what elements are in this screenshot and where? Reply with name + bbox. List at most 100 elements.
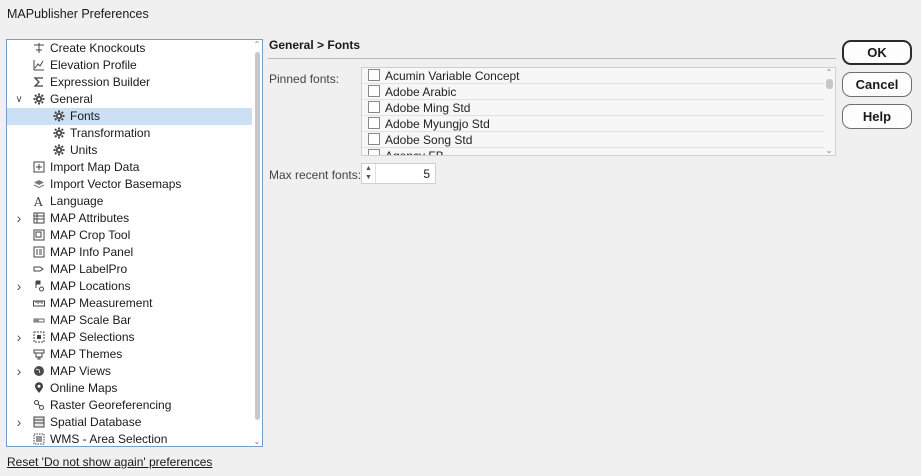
tree-item-label: MAP Measurement	[50, 296, 153, 310]
tree-item-label: MAP Views	[50, 364, 111, 378]
scroll-down-icon[interactable]: ⌄	[823, 146, 835, 155]
font-list-item[interactable]: Agency FB	[362, 148, 824, 155]
tree-item-units[interactable]: Units	[7, 142, 255, 159]
tree-item-map-crop-tool[interactable]: MAP Crop Tool	[7, 227, 255, 244]
selection-icon	[33, 331, 45, 343]
tree-item-label: MAP Scale Bar	[50, 313, 132, 327]
preferences-tree[interactable]: Create Knockouts Elevation Profile Express…	[6, 39, 263, 447]
tree-item-label: Online Maps	[50, 381, 118, 395]
ok-button[interactable]: OK	[842, 40, 912, 65]
tree-item-map-views[interactable]: › MAP Views	[7, 363, 255, 380]
tree-item-label: WMS - Area Selection	[50, 432, 168, 446]
tree-item-label: Create Knockouts	[50, 41, 146, 55]
tree-item-label: MAP Locations	[50, 279, 131, 293]
language-icon: A	[33, 195, 45, 207]
max-recent-fonts-value[interactable]: 5	[423, 167, 430, 181]
font-name: Adobe Ming Std	[385, 101, 471, 115]
tree-item-create-knockouts[interactable]: Create Knockouts	[7, 40, 255, 57]
font-checkbox[interactable]	[368, 101, 380, 113]
tree-item-fonts[interactable]: Fonts	[7, 108, 255, 125]
section-heading: General > Fonts	[269, 38, 361, 52]
max-recent-fonts-label: Max recent fonts:	[269, 168, 362, 182]
font-list-scroll-thumb[interactable]	[826, 79, 833, 89]
help-button[interactable]: Help	[842, 104, 912, 129]
font-list-item[interactable]: Adobe Arabic	[362, 84, 824, 100]
gear-icon	[33, 93, 45, 105]
tree-item-map-measurement[interactable]: MAP Measurement	[7, 295, 255, 312]
tree-item-map-selections[interactable]: › MAP Selections	[7, 329, 255, 346]
tree-scrollbar[interactable]: ⌃ ⌄	[252, 40, 262, 446]
database-icon	[33, 416, 45, 428]
tree-item-label: MAP Info Panel	[50, 245, 134, 259]
scroll-up-icon[interactable]: ⌃	[823, 68, 835, 77]
tree-item-label: MAP Selections	[50, 330, 135, 344]
tree-item-map-attributes[interactable]: › MAP Attributes	[7, 210, 255, 227]
font-list-item[interactable]: Acumin Variable Concept	[362, 68, 824, 84]
font-checkbox[interactable]	[368, 69, 380, 81]
area-selection-icon	[33, 433, 45, 445]
chevron-right-icon[interactable]: ›	[14, 363, 24, 380]
tree-item-map-labelpro[interactable]: MAP LabelPro	[7, 261, 255, 278]
font-checkbox[interactable]	[368, 85, 380, 97]
font-name: Acumin Variable Concept	[385, 69, 520, 83]
tree-item-label: General	[50, 92, 93, 106]
tree-item-map-themes[interactable]: MAP Themes	[7, 346, 255, 363]
chevron-right-icon[interactable]: ›	[14, 414, 24, 431]
chevron-right-icon[interactable]: ›	[14, 329, 24, 346]
labelpro-icon	[33, 263, 45, 275]
font-list-scrollbar[interactable]: ⌃ ⌄	[823, 68, 835, 155]
tree-scroll-thumb[interactable]	[255, 52, 260, 420]
tree-item-label: Import Vector Basemaps	[50, 177, 182, 191]
tree-item-label: Expression Builder	[50, 75, 151, 89]
tree-item-label: Units	[70, 143, 98, 157]
tree-item-elevation-profile[interactable]: Elevation Profile	[7, 57, 255, 74]
tree-item-label: Transformation	[70, 126, 151, 140]
font-list-item[interactable]: Adobe Song Std	[362, 132, 824, 148]
tree-item-label: MAP Attributes	[50, 211, 130, 225]
tree-item-import-vector-basemaps[interactable]: Import Vector Basemaps	[7, 176, 255, 193]
font-list-item[interactable]: Adobe Ming Std	[362, 100, 824, 116]
locations-icon	[33, 280, 45, 292]
chevron-down-icon[interactable]: ∨	[14, 91, 24, 108]
font-list-item[interactable]: Adobe Myungjo Std	[362, 116, 824, 132]
font-checkbox[interactable]	[368, 117, 380, 129]
stepper-arrows-icon[interactable]: ▲ ▼	[362, 164, 376, 183]
tree-item-label: MAP Themes	[50, 347, 123, 361]
tree-item-map-locations[interactable]: › MAP Locations	[7, 278, 255, 295]
chevron-right-icon[interactable]: ›	[14, 278, 24, 295]
font-name: Adobe Arabic	[385, 85, 457, 99]
tree-item-language[interactable]: A Language	[7, 193, 255, 210]
max-recent-fonts-stepper[interactable]: ▲ ▼ 5	[361, 163, 436, 184]
svg-text:A: A	[33, 195, 43, 207]
pinned-fonts-list[interactable]: Acumin Variable Concept Adobe Arabic Adobe…	[361, 67, 836, 156]
tree-item-online-maps[interactable]: Online Maps	[7, 380, 255, 397]
tree-item-label: Raster Georeferencing	[50, 398, 172, 412]
chevron-right-icon[interactable]: ›	[14, 210, 24, 227]
tree-item-label: MAP LabelPro	[50, 262, 128, 276]
scroll-up-icon[interactable]: ⌃	[252, 40, 262, 49]
tree-item-raster-georeferencing[interactable]: Raster Georeferencing	[7, 397, 255, 414]
tree-item-map-info-panel[interactable]: MAP Info Panel	[7, 244, 255, 261]
scale-bar-icon	[33, 314, 45, 326]
tree-item-import-map-data[interactable]: Import Map Data	[7, 159, 255, 176]
knockout-icon	[33, 42, 45, 54]
scroll-down-icon[interactable]: ⌄	[252, 437, 262, 446]
tree-item-wms-area-selection[interactable]: WMS - Area Selection	[7, 431, 255, 446]
tree-item-label: MAP Crop Tool	[50, 228, 131, 242]
layers-icon	[33, 178, 45, 190]
tree-item-expression-builder[interactable]: Expression Builder	[7, 74, 255, 91]
crop-icon	[33, 229, 45, 241]
tree-item-label: Spatial Database	[50, 415, 142, 429]
font-checkbox[interactable]	[368, 133, 380, 145]
font-checkbox[interactable]	[368, 149, 380, 155]
cancel-button[interactable]: Cancel	[842, 72, 912, 97]
tree-item-spatial-database[interactable]: › Spatial Database	[7, 414, 255, 431]
font-name: Adobe Song Std	[385, 133, 473, 147]
reset-preferences-link[interactable]: Reset 'Do not show again' preferences	[7, 455, 212, 469]
themes-icon	[33, 348, 45, 360]
tree-item-transformation[interactable]: Transformation	[7, 125, 255, 142]
tree-item-general[interactable]: ∨ General	[7, 91, 255, 108]
tree-item-map-scale-bar[interactable]: MAP Scale Bar	[7, 312, 255, 329]
ruler-icon	[33, 297, 45, 309]
gear-icon	[53, 127, 65, 139]
